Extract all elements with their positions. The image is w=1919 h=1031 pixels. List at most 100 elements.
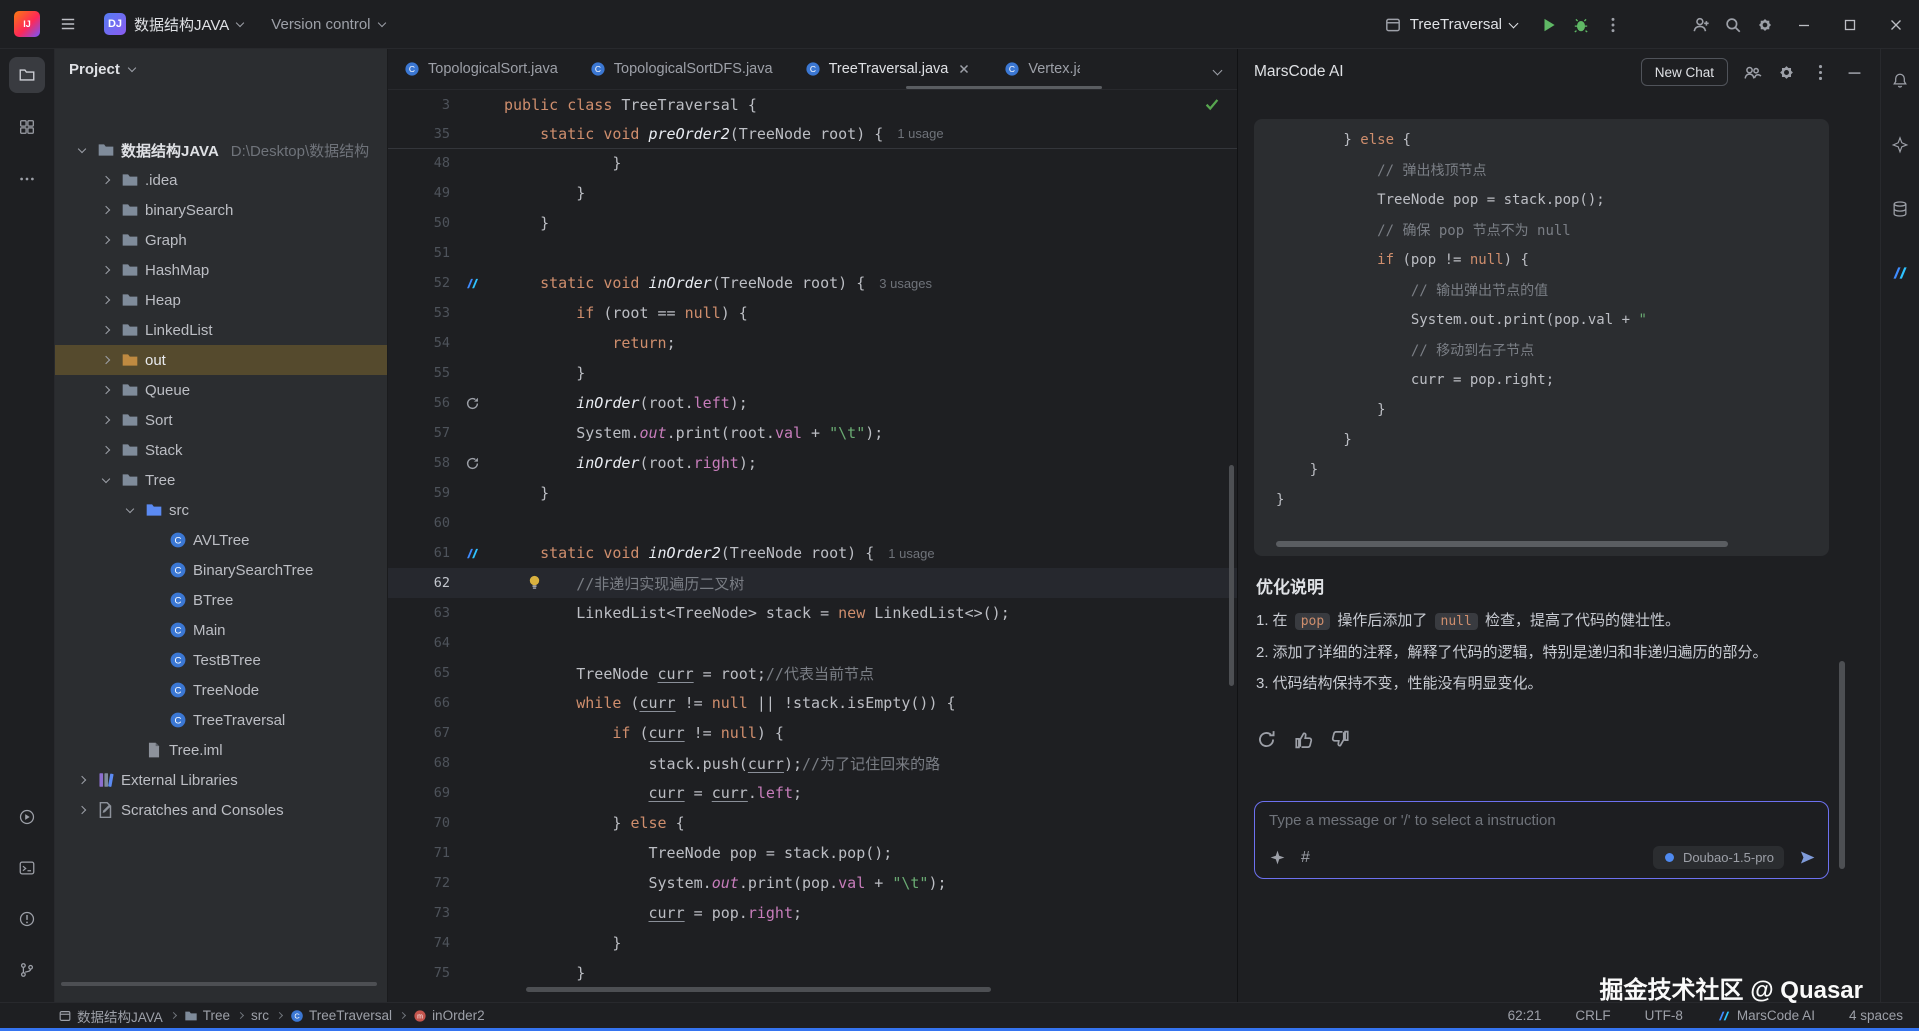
chat-code-scrollbar[interactable]	[1276, 541, 1728, 547]
chat-vertical-scrollbar[interactable]	[1839, 661, 1845, 869]
marscode-icon[interactable]	[454, 546, 490, 561]
tree-item-heap[interactable]: Heap	[55, 285, 387, 315]
more-tool-button[interactable]	[9, 161, 45, 197]
more-vert-icon[interactable]	[1811, 63, 1830, 82]
chevron-down-icon[interactable]	[121, 501, 139, 519]
tree-item-src[interactable]: src	[55, 495, 387, 525]
tree-item-treetraversal[interactable]: CTreeTraversal	[55, 705, 387, 735]
line-number[interactable]: 58	[388, 455, 450, 471]
tree-item-scratches-and-consoles[interactable]: Scratches and Consoles	[55, 795, 387, 825]
hamburger-menu-icon[interactable]	[52, 8, 84, 40]
code-line[interactable]: 62 //非递归实现遍历二叉树	[388, 568, 1237, 598]
line-number[interactable]: 53	[388, 305, 450, 321]
marscode-icon[interactable]	[454, 276, 490, 291]
tree-item-btree[interactable]: CBTree	[55, 585, 387, 615]
chevron-right-icon[interactable]	[97, 201, 115, 219]
code-line[interactable]: 50 }	[388, 208, 1237, 238]
line-number[interactable]: 60	[388, 515, 450, 531]
hidden-tabs-button[interactable]	[1214, 61, 1221, 78]
marscode-tool-button[interactable]	[1886, 259, 1914, 287]
code-line[interactable]: 67 if (curr != null) {	[388, 718, 1237, 748]
settings-icon[interactable]	[1777, 63, 1796, 82]
tab-treetraversal-java[interactable]: CTreeTraversal.java	[789, 49, 989, 90]
tree-item-binarysearch[interactable]: binarySearch	[55, 195, 387, 225]
debug-button[interactable]	[1565, 9, 1597, 41]
window-maximize-button[interactable]	[1827, 0, 1873, 49]
notifications-tool-button[interactable]	[1886, 67, 1914, 95]
terminal-tool-button[interactable]	[9, 850, 45, 886]
tree-item-linkedlist[interactable]: LinkedList	[55, 315, 387, 345]
chevron-right-icon[interactable]	[97, 441, 115, 459]
project-widget[interactable]: DJ 数据结构JAVA	[96, 8, 251, 40]
line-number[interactable]: 56	[388, 395, 450, 411]
chevron-right-icon[interactable]	[97, 321, 115, 339]
line-number[interactable]: 71	[388, 845, 450, 861]
window-close-button[interactable]	[1873, 0, 1919, 49]
tree-item-stack[interactable]: Stack	[55, 435, 387, 465]
settings-button[interactable]	[1749, 9, 1781, 41]
line-number[interactable]: 62	[388, 575, 450, 591]
code-with-me-button[interactable]	[1685, 9, 1717, 41]
line-number[interactable]: 66	[388, 695, 450, 711]
regenerate-icon[interactable]	[1256, 729, 1277, 750]
editor-horizontal-scrollbar[interactable]	[526, 987, 991, 992]
tab-vertex-java[interactable]: CVertex.java	[988, 49, 1080, 90]
breadcrumb-item-src[interactable]: src	[251, 1008, 269, 1023]
send-icon[interactable]	[1799, 849, 1816, 866]
tree-item-idea[interactable]: .idea	[55, 165, 387, 195]
code-editor[interactable]: 3public class TreeTraversal {35 static v…	[388, 90, 1237, 1002]
line-number[interactable]: 68	[388, 755, 450, 771]
tab-scrollbar[interactable]	[906, 86, 1102, 89]
run-button[interactable]	[1533, 9, 1565, 41]
line-number[interactable]: 50	[388, 215, 450, 231]
usages-hint[interactable]: 1 usage	[897, 126, 943, 141]
problems-tool-button[interactable]	[9, 901, 45, 937]
line-number[interactable]: 74	[388, 935, 450, 951]
line-number[interactable]: 54	[388, 335, 450, 351]
code-line[interactable]: 71 TreeNode pop = stack.pop();	[388, 838, 1237, 868]
chevron-right-icon[interactable]	[97, 351, 115, 369]
line-number[interactable]: 73	[388, 905, 450, 921]
run-config-widget[interactable]: TreeTraversal	[1384, 16, 1517, 34]
line-number[interactable]: 64	[388, 635, 450, 651]
tree-item-java[interactable]: 数据结构JAVAD:\Desktop\数据结构	[55, 135, 387, 165]
code-line[interactable]: 35 static void preOrder2(TreeNode root) …	[388, 119, 1237, 148]
model-selector[interactable]: Doubao-1.5-pro	[1653, 846, 1784, 869]
status-62-21[interactable]: 62:21	[1508, 1008, 1542, 1023]
code-line[interactable]: 65 TreeNode curr = root;//代表当前节点	[388, 658, 1237, 688]
project-horizontal-scrollbar[interactable]	[61, 982, 377, 986]
run-tool-button[interactable]	[9, 799, 45, 835]
code-line[interactable]: 52 static void inOrder(TreeNode root) {3…	[388, 268, 1237, 298]
code-line[interactable]: 63 LinkedList<TreeNode> stack = new Link…	[388, 598, 1237, 628]
status-utf-8[interactable]: UTF-8	[1645, 1008, 1683, 1023]
tab-topologicalsortdfs-java[interactable]: CTopologicalSortDFS.java	[574, 49, 789, 90]
tree-item-graph[interactable]: Graph	[55, 225, 387, 255]
line-number[interactable]: 63	[388, 605, 450, 621]
line-number[interactable]: 67	[388, 725, 450, 741]
code-line[interactable]: 49 }	[388, 178, 1237, 208]
vcs-widget[interactable]: Version control	[263, 11, 392, 38]
chevron-right-icon[interactable]	[73, 771, 91, 789]
ai-assistant-tool-button[interactable]	[1886, 131, 1914, 159]
chat-input[interactable]	[1269, 812, 1814, 829]
line-number[interactable]: 72	[388, 875, 450, 891]
code-line[interactable]: 56 inOrder(root.left);	[388, 388, 1237, 418]
chevron-down-icon[interactable]	[73, 141, 91, 159]
line-number[interactable]: 35	[388, 126, 450, 142]
thumbs-up-icon[interactable]	[1293, 729, 1314, 750]
tree-item-external-libraries[interactable]: External Libraries	[55, 765, 387, 795]
chevron-right-icon[interactable]	[97, 171, 115, 189]
line-number[interactable]: 3	[388, 97, 450, 113]
line-number[interactable]: 69	[388, 785, 450, 801]
tree-item-tree[interactable]: Tree	[55, 465, 387, 495]
code-line[interactable]: 53 if (root == null) {	[388, 298, 1237, 328]
code-line[interactable]: 73 curr = pop.right;	[388, 898, 1237, 928]
breadcrumb-item-treetraversal[interactable]: CTreeTraversal	[290, 1008, 392, 1023]
code-line[interactable]: 70 } else {	[388, 808, 1237, 838]
breadcrumb-item-tree[interactable]: Tree	[184, 1008, 230, 1023]
database-tool-button[interactable]	[1886, 195, 1914, 223]
recursion-icon[interactable]	[454, 456, 490, 471]
code-line[interactable]: 72 System.out.print(pop.val + "\t");	[388, 868, 1237, 898]
line-number[interactable]: 55	[388, 365, 450, 381]
line-number[interactable]: 59	[388, 485, 450, 501]
